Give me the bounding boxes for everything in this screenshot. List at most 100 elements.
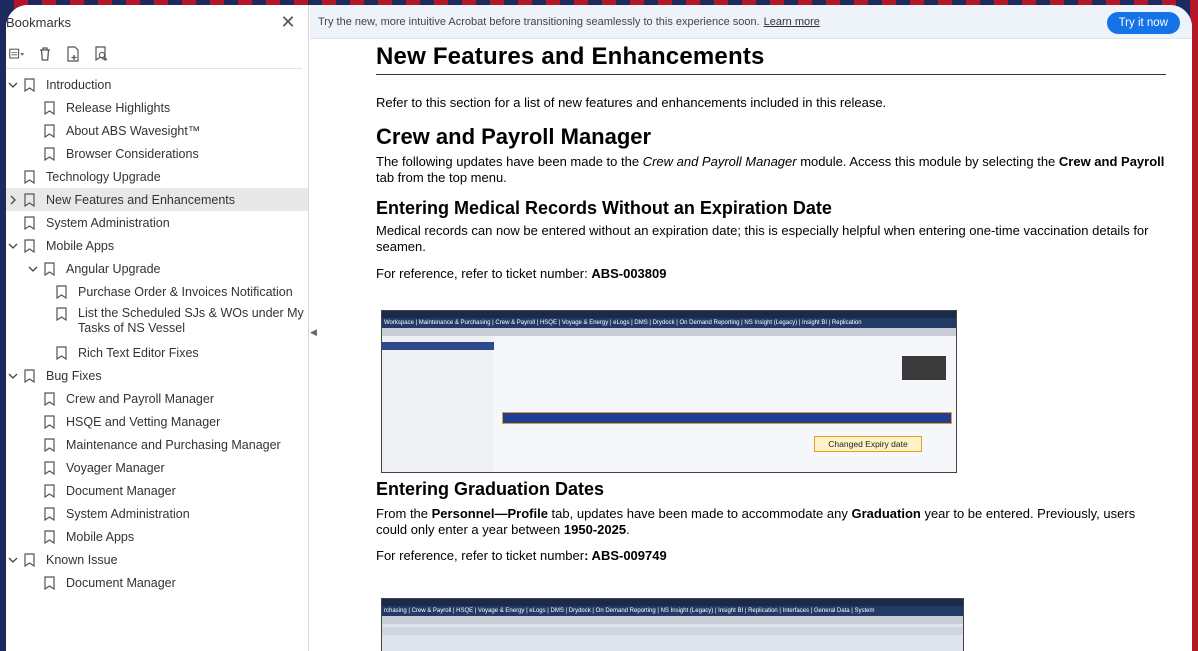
- bookmark-item[interactable]: Purchase Order & Invoices Notification: [6, 280, 308, 303]
- module-name: Crew and Payroll Manager: [642, 154, 797, 169]
- screenshot-nav: Workspace | Maintenance & Purchasing | C…: [382, 318, 956, 328]
- bookmark-item[interactable]: Release Highlights: [6, 96, 308, 119]
- bookmark-item[interactable]: Angular Upgrade: [6, 257, 308, 280]
- bookmark-item[interactable]: Document Manager: [6, 479, 308, 502]
- bookmark-item[interactable]: System Administration: [6, 502, 308, 525]
- bookmark-label: Voyager Manager: [66, 460, 165, 475]
- options-menu-icon[interactable]: [8, 45, 26, 63]
- embedded-screenshot-graduation: rchasing | Crew & Payroll | HSQE | Voyag…: [381, 598, 964, 651]
- bookmark-icon: [24, 169, 38, 185]
- changed-expiry-callout: Changed Expiry date: [814, 436, 922, 452]
- bookmark-icon: [56, 284, 70, 300]
- chevron-down-icon[interactable]: [6, 553, 20, 567]
- text-run: tab from the top menu.: [376, 170, 507, 185]
- bookmark-item[interactable]: HSQE and Vetting Manager: [6, 410, 308, 433]
- bookmarks-toolbar: [6, 39, 302, 69]
- bookmark-label: Angular Upgrade: [66, 261, 161, 276]
- bookmark-icon: [44, 391, 58, 407]
- bookmark-item[interactable]: New Features and Enhancements: [6, 188, 308, 211]
- bookmark-icon: [56, 345, 70, 361]
- subheading-graduation: Entering Graduation Dates: [376, 479, 605, 499]
- find-bookmark-icon[interactable]: [92, 45, 110, 63]
- bookmark-tree: Introduction Release Highlights About ABS …: [6, 69, 308, 594]
- screenshot-nav-text: Workspace | Maintenance & Purchasing | C…: [384, 320, 862, 326]
- bookmark-icon: [44, 575, 58, 591]
- screenshot-nav-selection: [382, 342, 494, 350]
- bookmark-label: Mobile Apps: [66, 529, 135, 544]
- text-run: The following updates have been made to …: [376, 154, 643, 169]
- bookmark-label: Known Issue: [46, 552, 118, 567]
- text-run: From the: [376, 506, 432, 521]
- bookmark-item[interactable]: Browser Considerations: [6, 142, 308, 165]
- intro-paragraph: Refer to this section for a list of new …: [376, 95, 887, 110]
- bookmark-item[interactable]: System Administration: [6, 211, 308, 234]
- add-bookmark-icon[interactable]: [64, 45, 82, 63]
- bookmark-icon: [44, 261, 58, 277]
- bookmark-item[interactable]: Rich Text Editor Fixes: [6, 341, 308, 364]
- medical-paragraph: Medical records can now be entered witho…: [376, 223, 1149, 254]
- bookmark-item[interactable]: Maintenance and Purchasing Manager: [6, 433, 308, 456]
- year-range: 1950-2025: [563, 522, 627, 537]
- bookmark-item[interactable]: Introduction: [6, 73, 308, 96]
- bookmark-item[interactable]: Voyager Manager: [6, 456, 308, 479]
- bookmark-item[interactable]: Mobile Apps: [6, 525, 308, 548]
- bookmark-icon: [24, 552, 38, 568]
- bookmark-item[interactable]: Technology Upgrade: [6, 165, 308, 188]
- bookmark-label: Rich Text Editor Fixes: [78, 345, 199, 360]
- close-icon[interactable]: ✕: [280, 12, 296, 33]
- bookmark-label: Technology Upgrade: [46, 169, 161, 184]
- promo-banner: Try the new, more intuitive Acrobat befo…: [310, 5, 1192, 39]
- try-it-now-button[interactable]: Try it now: [1106, 12, 1180, 34]
- bookmark-label: Browser Considerations: [66, 146, 199, 161]
- text-run: module. Access this module by selecting …: [796, 154, 1059, 169]
- reference-label: For reference, refer to ticket number:: [376, 266, 592, 281]
- subheading-medical: Entering Medical Records Without an Expi…: [376, 198, 832, 218]
- bookmark-item[interactable]: About ABS Wavesight™: [6, 119, 308, 142]
- bookmark-icon: [44, 437, 58, 453]
- bookmark-label: Introduction: [46, 77, 112, 92]
- screenshot-nav-pane: [382, 336, 494, 472]
- delete-icon[interactable]: [36, 45, 54, 63]
- bookmark-item[interactable]: List the Scheduled SJs & WOs under My Ta…: [6, 303, 308, 341]
- bookmark-label: Purchase Order & Invoices Notification: [78, 284, 293, 299]
- reference-line-1: For reference, refer to ticket number: A…: [376, 266, 1166, 282]
- bookmark-item[interactable]: Bug Fixes: [6, 364, 308, 387]
- bookmark-label: System Administration: [66, 506, 190, 521]
- chevron-right-icon[interactable]: [6, 193, 20, 207]
- bookmark-icon: [44, 506, 58, 522]
- bookmarks-header: Bookmarks ✕: [6, 5, 308, 39]
- screenshot-nav: rchasing | Crew & Payroll | HSQE | Voyag…: [382, 606, 963, 616]
- screenshot-nav-text: rchasing | Crew & Payroll | HSQE | Voyag…: [384, 608, 875, 614]
- bookmark-label: Maintenance and Purchasing Manager: [66, 437, 281, 452]
- bookmark-item[interactable]: Known Issue: [6, 548, 308, 571]
- chevron-down-icon[interactable]: [6, 78, 20, 92]
- learn-more-link[interactable]: Learn more: [764, 16, 820, 28]
- bookmark-item[interactable]: Mobile Apps: [6, 234, 308, 257]
- bookmark-icon: [24, 192, 38, 208]
- chevron-down-icon[interactable]: [6, 239, 20, 253]
- bookmark-icon: [44, 483, 58, 499]
- bookmark-item[interactable]: Crew and Payroll Manager: [6, 387, 308, 410]
- bookmarks-title: Bookmarks: [6, 14, 72, 30]
- chevron-down-icon[interactable]: [6, 369, 20, 383]
- bookmark-item[interactable]: Document Manager: [6, 571, 308, 594]
- screenshot-selected-row: [502, 412, 952, 424]
- screenshot-photo: [902, 356, 946, 380]
- bookmark-label: Document Manager: [66, 483, 176, 498]
- bookmark-label: Document Manager: [66, 575, 176, 590]
- bookmark-label: Mobile Apps: [46, 238, 115, 253]
- bookmark-icon: [24, 368, 38, 384]
- screenshot-titlebar: [382, 311, 956, 318]
- acrobat-window: Bookmarks ✕ Introduction Release Highligh…: [6, 5, 1192, 651]
- chevron-down-icon[interactable]: [26, 262, 40, 276]
- bookmark-label: Bug Fixes: [46, 368, 102, 383]
